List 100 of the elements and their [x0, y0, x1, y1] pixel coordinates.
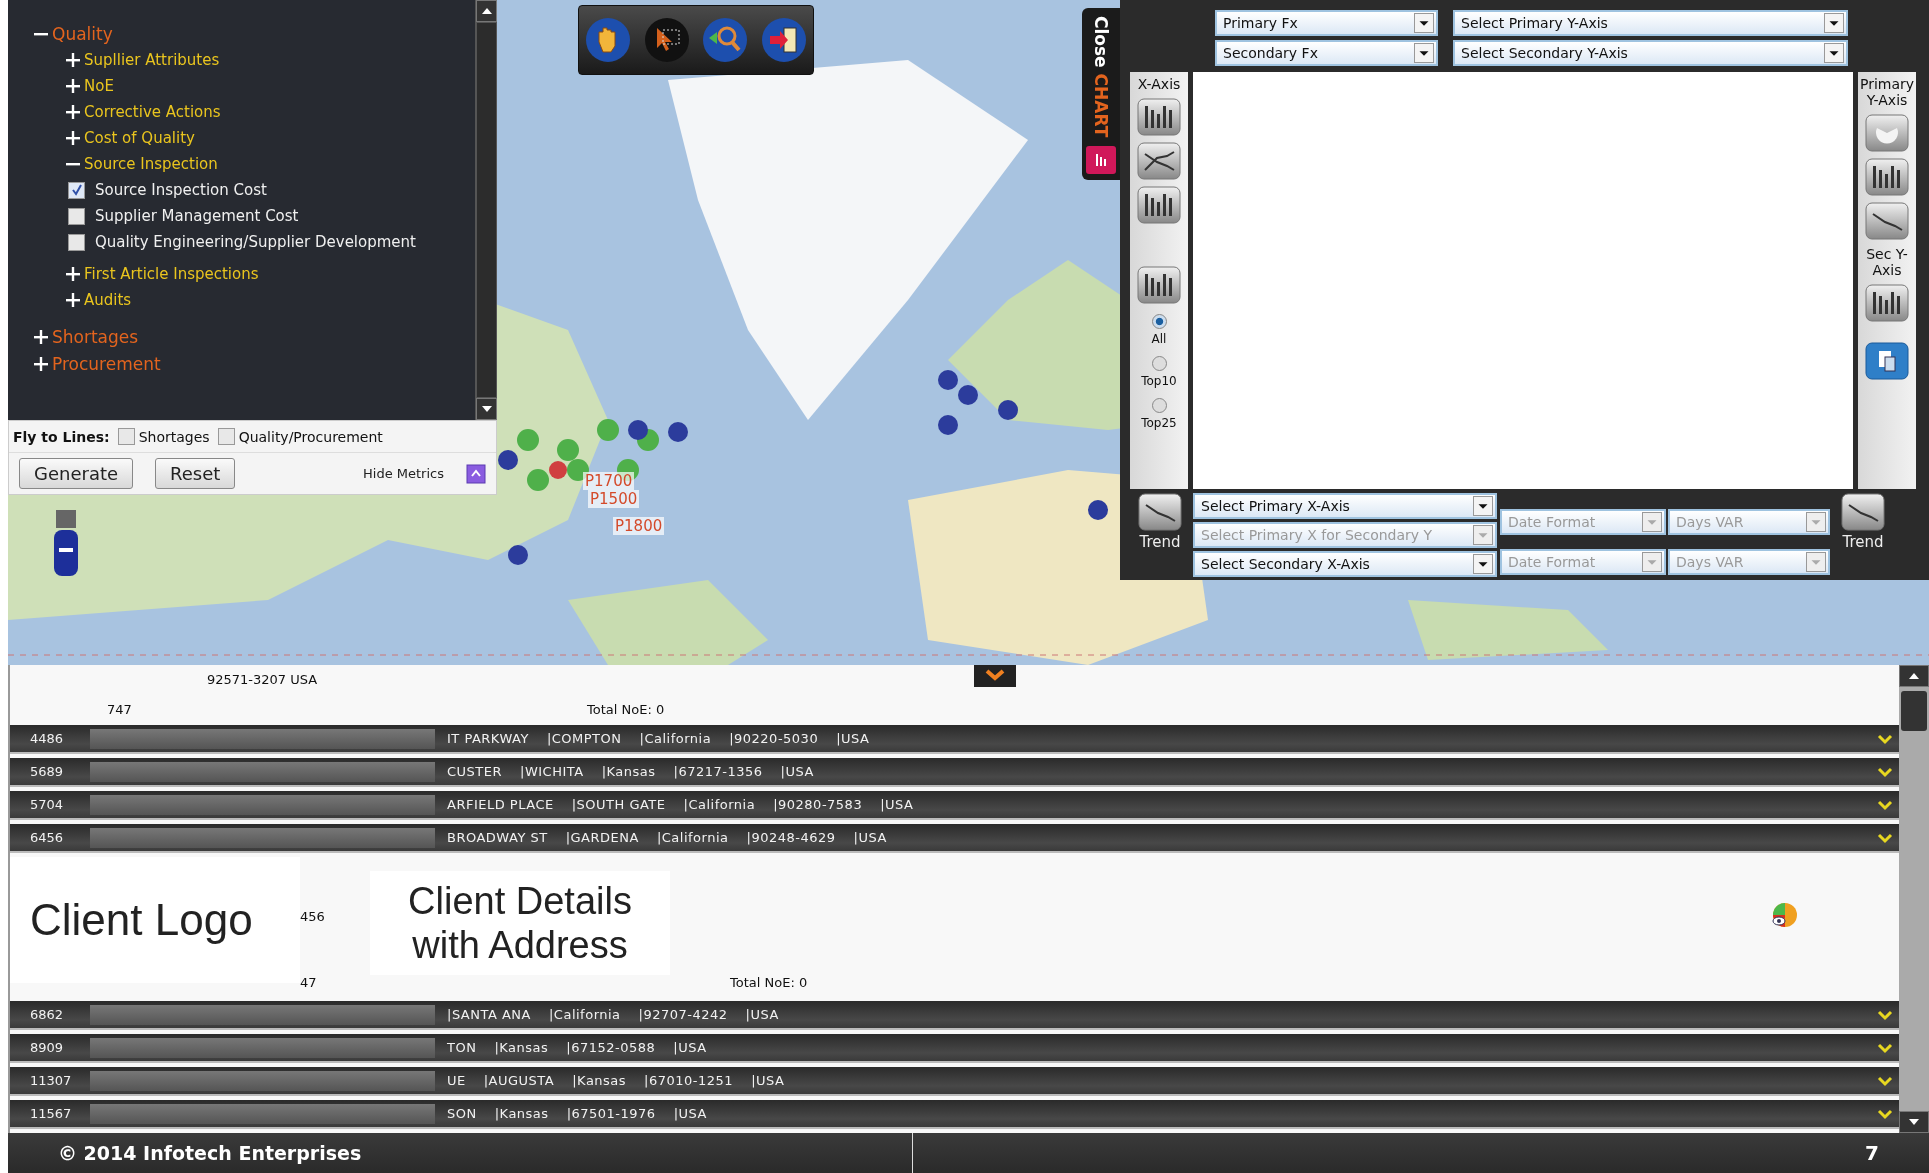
chevron-down-icon[interactable]	[1877, 1107, 1893, 1120]
dropdown[interactable]: Primary Fx	[1215, 10, 1438, 36]
tree-item[interactable]: NoE	[84, 77, 114, 95]
dropdown[interactable]: Secondary Fx	[1215, 40, 1438, 66]
tree-item[interactable]: Audits	[84, 291, 132, 309]
row-id: 11307	[29, 1073, 73, 1088]
expand-icon[interactable]	[34, 329, 48, 344]
bar-chart-icon[interactable]	[1137, 186, 1181, 224]
bar-chart-icon[interactable]	[1865, 284, 1909, 322]
scroll-up-button[interactable]	[1899, 665, 1929, 687]
expand-icon[interactable]	[66, 293, 80, 307]
dropdown-caret-icon	[1806, 552, 1826, 572]
chevron-down-icon[interactable]	[1877, 1074, 1893, 1087]
list-row[interactable]: 8909 TON |Kansas |67152-0588 |USA	[10, 1034, 1899, 1063]
checkbox[interactable]	[68, 207, 85, 225]
zoom-back-icon[interactable]	[701, 16, 750, 64]
row-id: 6862	[29, 1007, 65, 1022]
client-logo-text: Client Logo	[30, 895, 253, 945]
chevron-down-icon[interactable]	[1877, 1008, 1893, 1021]
dropdown[interactable]: Select Secondary Y-Axis	[1453, 40, 1848, 66]
dropdown[interactable]: Select Primary Y-Axis	[1453, 10, 1848, 36]
chevron-down-icon[interactable]	[1877, 831, 1893, 844]
line-chart-icon[interactable]	[1865, 202, 1909, 240]
trend-label: Trend	[1139, 533, 1181, 551]
scroll-up-button[interactable]	[476, 0, 497, 22]
address-part: |USA	[880, 797, 914, 812]
pie-chart-icon[interactable]	[1865, 114, 1909, 152]
dropdown-caret-icon	[1473, 554, 1493, 574]
generate-button[interactable]: Generate	[19, 458, 134, 489]
map-markers-drawing[interactable]	[498, 370, 1108, 565]
expand-panel-button[interactable]	[974, 665, 1016, 687]
zoom-slider-icon[interactable]	[52, 510, 80, 578]
chevron-down-icon[interactable]	[1877, 798, 1893, 811]
hide-metrics-label: Hide Metrics	[363, 466, 444, 481]
id-text: 456	[300, 908, 325, 924]
dropdown-caret-icon	[1414, 13, 1434, 33]
tree-item[interactable]: First Article Inspections	[84, 265, 259, 283]
address-part: |USA	[673, 1106, 707, 1121]
tree-item[interactable]: Source Inspection	[84, 155, 218, 173]
map-marker-label[interactable]: P1500	[588, 490, 640, 508]
list-row[interactable]: 11567 SON |Kansas |67501-1976 |USA	[10, 1100, 1899, 1129]
map-marker-label[interactable]: P1800	[613, 517, 665, 535]
chevron-down-icon[interactable]	[1877, 732, 1893, 745]
bar-chart-icon[interactable]	[1137, 266, 1181, 304]
expand-icon[interactable]	[66, 105, 80, 119]
address-part: |USA	[751, 1073, 785, 1088]
export-icon[interactable]	[1865, 342, 1909, 380]
radio-button[interactable]	[1151, 314, 1167, 329]
address-part: |67010-1251	[644, 1073, 734, 1088]
radio-button[interactable]	[1151, 398, 1167, 413]
tree-item[interactable]: Supllier Attributes	[84, 51, 220, 69]
scrollbar-thumb[interactable]	[1901, 691, 1927, 731]
checkbox[interactable]	[68, 181, 85, 199]
list-row[interactable]: 5704 ARFIELD PLACE |SOUTH GATE |California |90280-7583 |USA	[10, 791, 1899, 820]
list-row[interactable]: 5689 CUSTER |WICHITA |Kansas |67217-1356 |USA	[10, 758, 1899, 787]
tree-item[interactable]: Procurement	[52, 353, 161, 374]
tree-item[interactable]: Cost of Quality	[84, 129, 195, 147]
reset-button[interactable]: Reset	[155, 458, 236, 489]
chevron-down-icon[interactable]	[1877, 1041, 1893, 1054]
bar-chart-icon[interactable]	[1137, 98, 1181, 136]
expand-icon[interactable]	[66, 53, 80, 67]
address-part: BROADWAY ST	[447, 830, 548, 845]
list-row[interactable]: 11307 UE |AUGUSTA |Kansas |67010-1251 |USA	[10, 1067, 1899, 1096]
checkbox[interactable]	[117, 428, 135, 445]
expand-icon[interactable]	[34, 356, 48, 371]
dropdown[interactable]: Select Primary X-Axis	[1193, 493, 1497, 519]
line-chart-icon[interactable]	[1137, 142, 1181, 180]
scroll-down-button[interactable]	[1899, 1111, 1929, 1133]
chevron-down-icon[interactable]	[1877, 765, 1893, 778]
tree-item[interactable]: Shortages	[52, 326, 139, 347]
address-part: |California	[683, 797, 756, 812]
total-noe-text: Total NoE: 0	[730, 975, 808, 992]
close-chart-tab[interactable]: Close CHART	[1082, 8, 1120, 180]
checkbox[interactable]	[68, 233, 85, 251]
address-part: |67217-1356	[673, 764, 763, 779]
bar-chart-icon[interactable]	[1865, 158, 1909, 196]
arrow-up-icon	[1909, 673, 1919, 679]
exit-icon[interactable]	[759, 16, 808, 64]
hand-icon[interactable]	[584, 16, 633, 64]
expand-icon[interactable]	[66, 131, 80, 145]
address-part: |Kansas	[494, 1106, 549, 1121]
expand-icon[interactable]	[66, 79, 80, 93]
tree-item[interactable]: Quality	[52, 23, 113, 44]
dropdown-caret-icon	[1642, 512, 1662, 532]
list-row[interactable]: 6456 BROADWAY ST |GARDENA |California |90248-4629 |USA	[10, 824, 1899, 853]
arrow-down-icon	[481, 406, 492, 412]
list-row[interactable]: 4486 IT PARKWAY |COMPTON |California |90220-5030 |USA	[10, 725, 1899, 754]
radio-button[interactable]	[1151, 356, 1167, 371]
address-part: |90248-4629	[746, 830, 836, 845]
checkbox[interactable]	[217, 428, 235, 445]
scroll-down-button[interactable]	[476, 398, 497, 420]
expand-icon[interactable]	[66, 267, 80, 281]
list-row[interactable]: 6862 |SANTA ANA |California |92707-4242 |USA	[10, 1001, 1899, 1030]
dropdown[interactable]: Select Secondary X-Axis	[1193, 551, 1497, 577]
select-cursor-icon[interactable]	[642, 16, 691, 64]
map-marker-label[interactable]: P1700	[583, 472, 635, 490]
tree-item[interactable]: Corrective Actions	[84, 103, 221, 121]
collapse-toggle-icon[interactable]	[466, 463, 486, 484]
page-number: 7	[1865, 1141, 1879, 1165]
dropdown-caret-icon	[1473, 496, 1493, 516]
